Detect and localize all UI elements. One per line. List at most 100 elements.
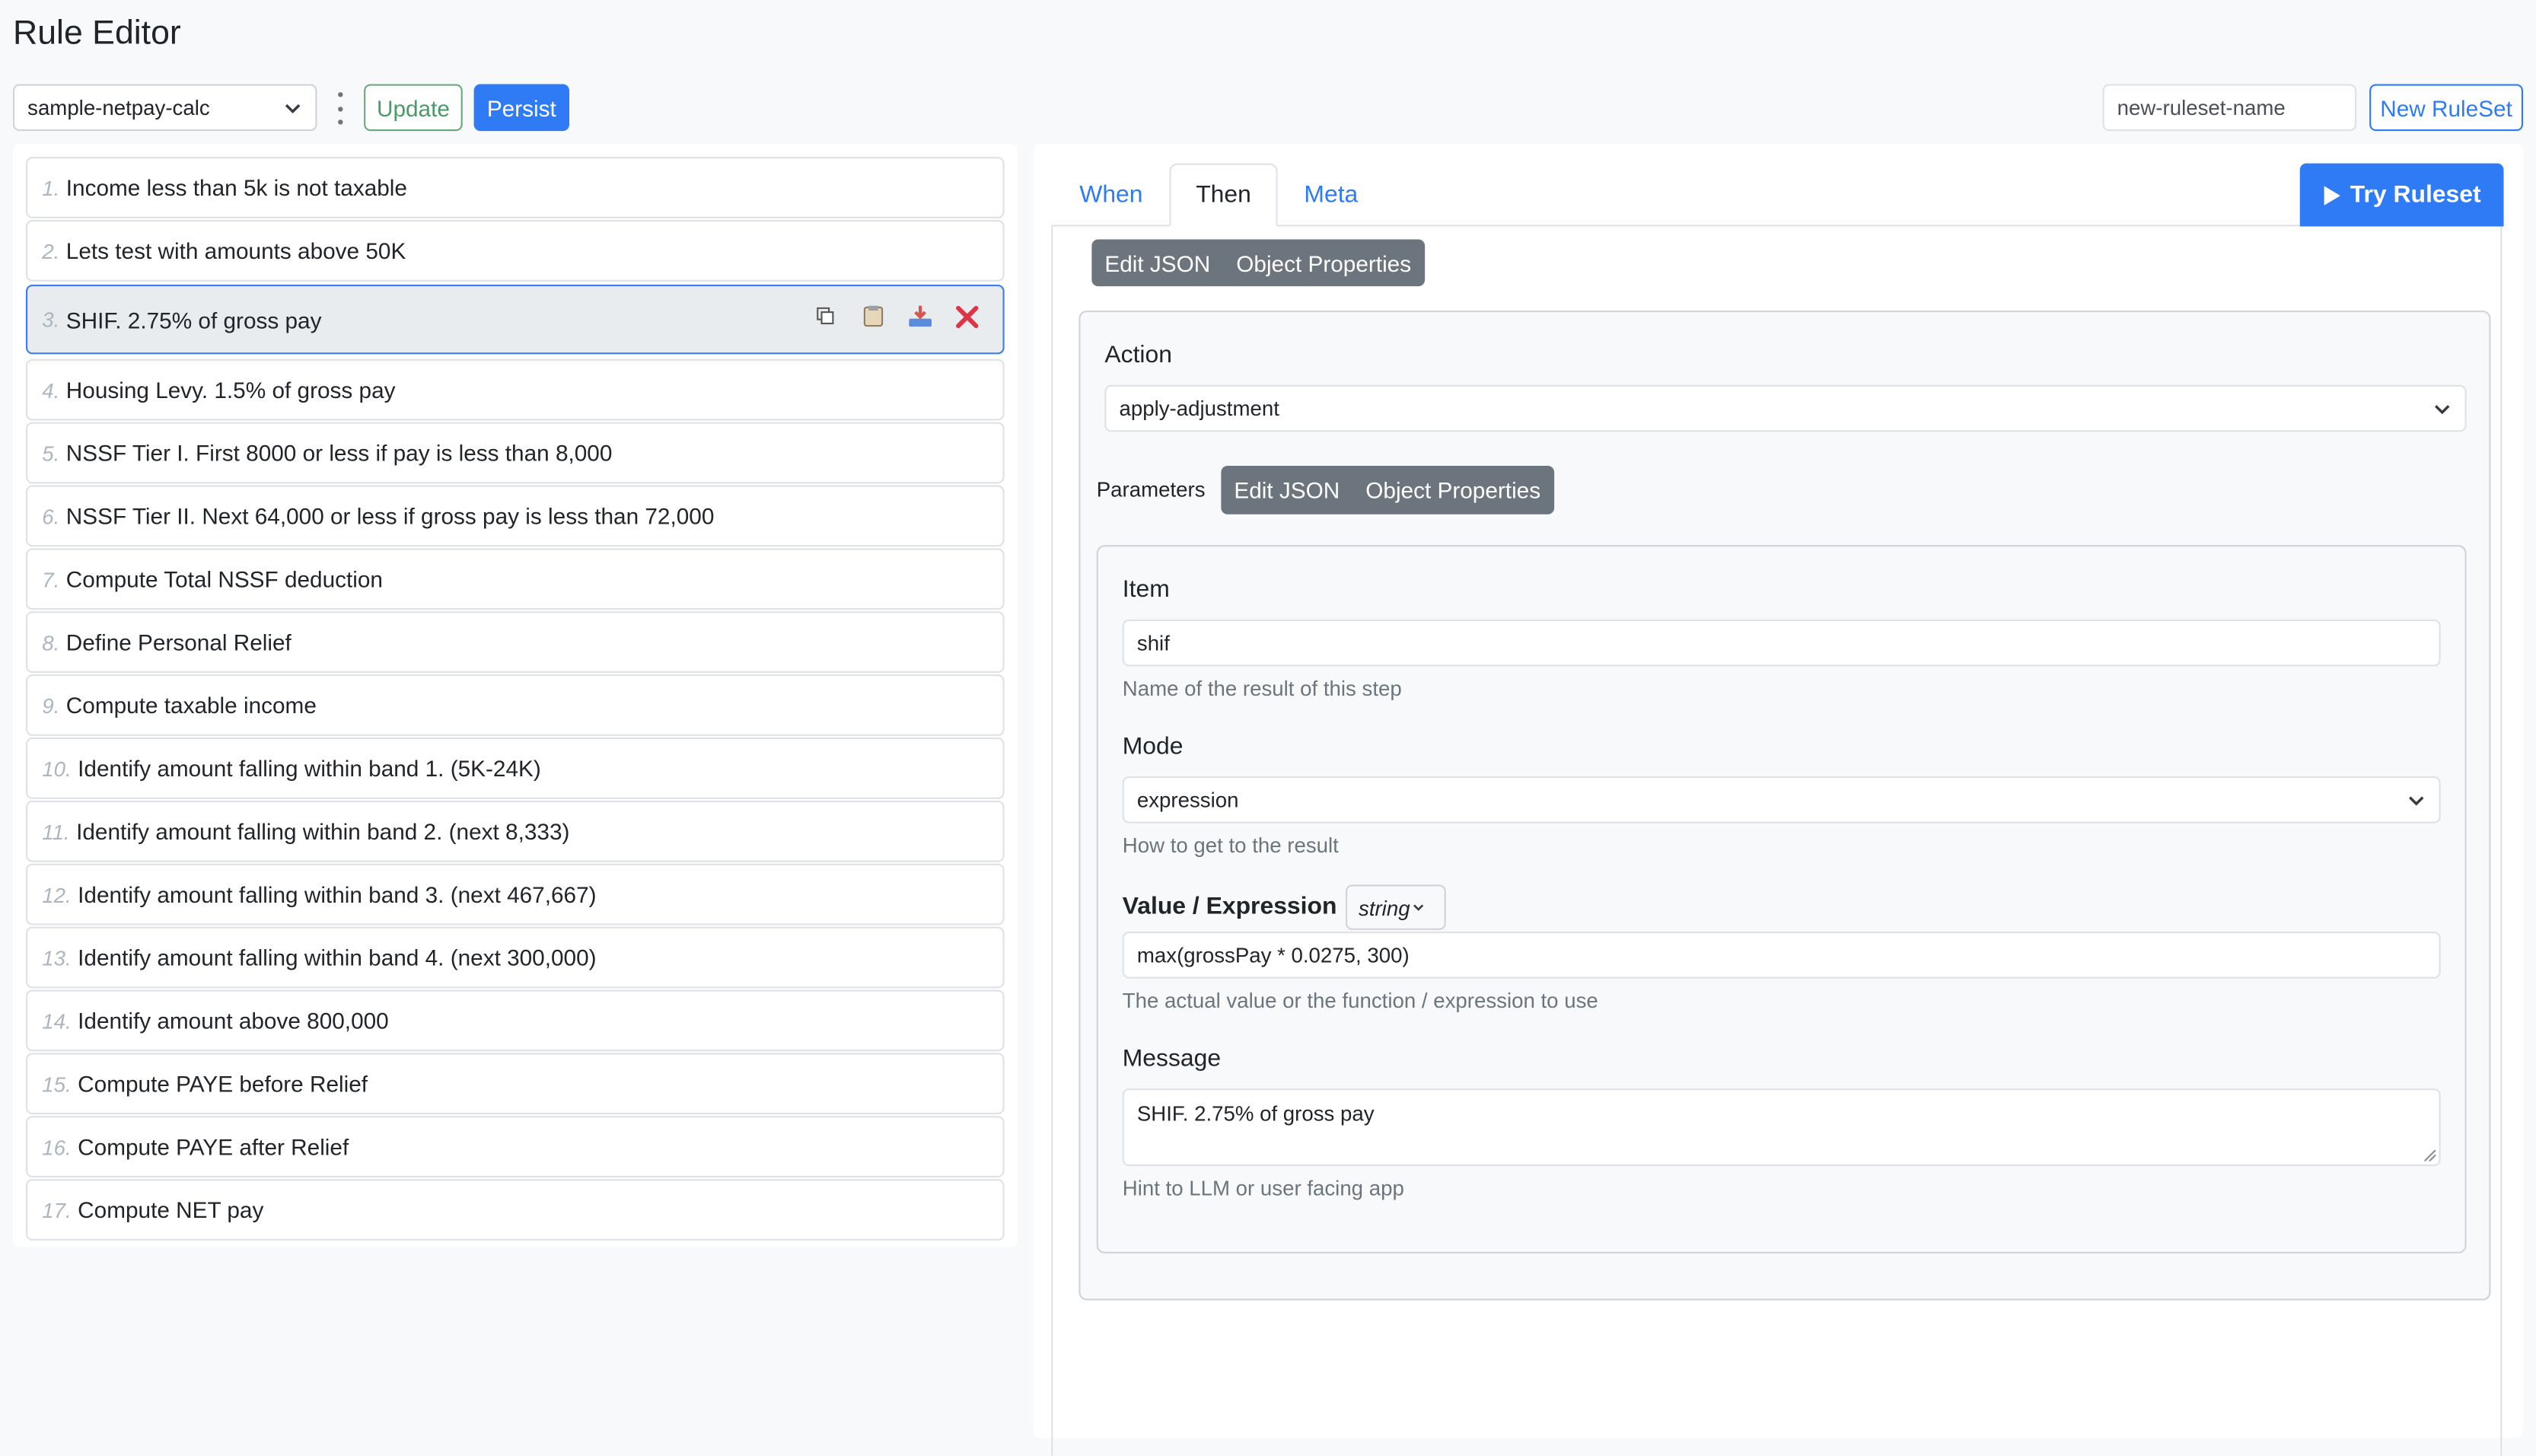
rule-number: 7. — [42, 566, 60, 591]
chevron-down-icon — [2409, 795, 2424, 805]
rule-number: 16. — [42, 1134, 72, 1159]
mode-label: Mode — [1122, 732, 1184, 760]
more-options-icon[interactable] — [332, 89, 348, 128]
resize-handle-icon[interactable] — [2424, 1149, 2436, 1161]
rule-item[interactable]: 4. Housing Levy. 1.5% of gross pay — [26, 358, 1005, 421]
chevron-down-icon — [2435, 404, 2450, 414]
update-button[interactable]: Update — [364, 84, 463, 132]
params-object-properties-button[interactable]: Object Properties — [1352, 466, 1553, 515]
rule-detail-panel: When Then Meta Try Ruleset Edit JSON Obj… — [1033, 144, 2523, 1456]
rule-item[interactable]: 12. Identify amount falling within band 3… — [26, 863, 1005, 926]
try-ruleset-label: Try Ruleset — [2350, 181, 2481, 209]
rule-item[interactable]: 5. NSSF Tier I. First 8000 or less if pay… — [26, 422, 1005, 484]
rule-item[interactable]: 17. Compute NET pay — [26, 1179, 1005, 1241]
rule-number: 5. — [42, 441, 60, 465]
rule-number: 2. — [42, 238, 60, 263]
message-text: SHIF. 2.75% of gross pay — [1136, 1101, 1375, 1126]
then-view-toggle: Edit JSON Object Properties — [1091, 239, 1425, 287]
play-icon — [2324, 185, 2341, 205]
rule-number: 15. — [42, 1071, 72, 1096]
rule-item[interactable]: 16. Compute PAYE after Relief — [26, 1116, 1005, 1177]
rule-list: 1. Income less than 5k is not taxable 2. Le… — [26, 157, 1005, 1242]
rule-label: Compute NET pay — [78, 1196, 264, 1223]
action-card: Action apply-adjustment Parameters Edit … — [1078, 311, 2491, 1301]
value-type-select[interactable]: string — [1346, 884, 1446, 930]
ruleset-select[interactable]: sample-netpay-calc — [13, 84, 317, 132]
action-label: Action — [1104, 341, 1172, 369]
new-ruleset-button[interactable]: New RuleSet — [2369, 84, 2523, 132]
chevron-down-icon — [1413, 904, 1423, 911]
copy-icon[interactable] — [812, 302, 839, 330]
rule-label: NSSF Tier I. First 8000 or less if pay i… — [65, 440, 613, 466]
rule-item[interactable]: 11. Identify amount falling within band 2… — [26, 800, 1005, 862]
rule-item[interactable]: 7. Compute Total NSSF deduction — [26, 548, 1005, 610]
try-ruleset-button[interactable]: Try Ruleset — [2299, 163, 2504, 227]
rule-item[interactable]: 10. Identify amount falling within band 1… — [26, 738, 1005, 799]
rule-label: Compute PAYE after Relief — [78, 1133, 349, 1160]
tab-meta[interactable]: Meta — [1284, 164, 1378, 227]
item-label: Item — [1122, 575, 1170, 604]
rule-number: 8. — [42, 629, 60, 655]
rule-item[interactable]: 9. Compute taxable income — [26, 674, 1005, 736]
tab-when[interactable]: When — [1059, 164, 1163, 227]
parameters-card: Item shif Name of the result of this ste… — [1096, 545, 2467, 1254]
rule-number: 3. — [42, 307, 60, 332]
edit-json-button[interactable]: Edit JSON — [1091, 240, 1223, 287]
move-down-icon[interactable] — [906, 302, 933, 330]
rule-number: 1. — [42, 175, 60, 200]
rule-label: Lets test with amounts above 50K — [65, 237, 406, 264]
rule-number: 12. — [42, 882, 72, 907]
new-ruleset-name-input[interactable]: new-ruleset-name — [2102, 84, 2357, 132]
rule-number: 13. — [42, 945, 72, 970]
rule-item[interactable]: 1. Income less than 5k is not taxable — [26, 157, 1005, 218]
mode-select-value: expression — [1136, 787, 1239, 812]
action-select[interactable]: apply-adjustment — [1104, 384, 2467, 432]
mode-help: How to get to the result — [1122, 833, 1339, 858]
rule-label: Compute PAYE before Relief — [78, 1070, 368, 1097]
persist-button[interactable]: Persist — [473, 84, 569, 132]
rule-actions — [812, 302, 980, 330]
rule-item[interactable]: 15. Compute PAYE before Relief — [26, 1053, 1005, 1115]
rule-item[interactable]: 14. Identify amount above 800,000 — [26, 989, 1005, 1052]
message-label: Message — [1122, 1044, 1222, 1072]
rule-item[interactable]: 2. Lets test with amounts above 50K — [26, 220, 1005, 282]
rule-label: Identify amount falling within band 2. (… — [76, 818, 570, 845]
object-properties-button[interactable]: Object Properties — [1223, 240, 1424, 287]
message-help: Hint to LLM or user facing app — [1122, 1175, 1404, 1200]
delete-icon[interactable] — [953, 302, 980, 330]
rule-label: Compute Total NSSF deduction — [65, 566, 383, 592]
ruleset-select-value: sample-netpay-calc — [27, 95, 210, 120]
rule-label: Identify amount falling within band 3. (… — [78, 881, 597, 908]
clipboard-icon[interactable] — [859, 302, 886, 330]
page-title: Rule Editor — [13, 14, 181, 52]
rule-number: 6. — [42, 503, 60, 528]
rule-label: Income less than 5k is not taxable — [65, 174, 407, 201]
rule-label: Define Personal Relief — [65, 629, 292, 655]
chevron-down-icon — [285, 103, 301, 113]
item-input[interactable]: shif — [1122, 619, 2441, 667]
rules-panel: 1. Income less than 5k is not taxable 2. Le… — [13, 144, 1018, 1247]
rule-item[interactable]: 6. NSSF Tier II. Next 64,000 or less if g… — [26, 485, 1005, 547]
rule-item[interactable]: 8. Define Personal Relief — [26, 611, 1005, 673]
parameters-view-toggle: Edit JSON Object Properties — [1221, 466, 1554, 515]
rule-label: Housing Levy. 1.5% of gross pay — [65, 377, 396, 403]
message-textarea[interactable]: SHIF. 2.75% of gross pay — [1122, 1088, 2441, 1167]
value-type: string — [1359, 895, 1410, 920]
rule-label: Identify amount falling within band 4. (… — [78, 945, 597, 970]
mode-select[interactable]: expression — [1122, 776, 2441, 824]
parameters-label: Parameters — [1096, 476, 1206, 502]
rule-label: Compute taxable income — [65, 692, 317, 718]
params-edit-json-button[interactable]: Edit JSON — [1221, 466, 1352, 515]
rule-number: 17. — [42, 1197, 72, 1222]
tab-then[interactable]: Then — [1169, 163, 1278, 227]
value-expression-input[interactable]: max(grossPay * 0.0275, 300) — [1122, 932, 2441, 979]
item-help: Name of the result of this step — [1122, 676, 1402, 701]
rule-item[interactable]: 13. Identify amount falling within band 4… — [26, 926, 1005, 989]
rule-item[interactable]: 3. SHIF. 2.75% of gross pay — [26, 285, 1005, 355]
rule-number: 14. — [42, 1008, 72, 1033]
rule-number: 11. — [42, 819, 70, 844]
rule-number: 4. — [42, 378, 60, 403]
action-select-value: apply-adjustment — [1119, 396, 1279, 421]
rule-label: NSSF Tier II. Next 64,000 or less if gro… — [65, 502, 715, 529]
rule-label: Identify amount falling within band 1. (… — [78, 755, 541, 782]
